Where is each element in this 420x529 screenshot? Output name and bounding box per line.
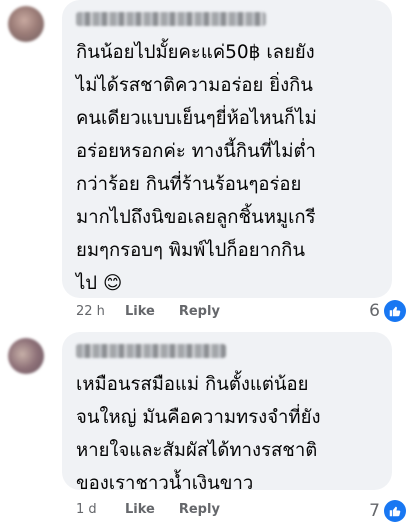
avatar[interactable] (8, 338, 44, 374)
comment-timestamp[interactable]: 22 h (76, 304, 125, 319)
commenter-name-blurred[interactable] (76, 12, 266, 26)
reply-button[interactable]: Reply (179, 304, 220, 319)
comment: กินน้อยไปมั้ยคะแค่50฿ เลยยัง ไม่ได้รสชาต… (0, 0, 420, 322)
comment-bubble: กินน้อยไปมั้ยคะแค่50฿ เลยยัง ไม่ได้รสชาต… (62, 0, 392, 298)
smile-emoji: 😊 (102, 273, 123, 294)
like-button[interactable]: Like (125, 304, 155, 319)
like-icon (384, 500, 406, 522)
comment-actions: 22 h Like Reply (76, 304, 244, 319)
reaction-summary[interactable]: 6 (369, 300, 406, 322)
commenter-name-blurred[interactable] (76, 344, 226, 358)
like-icon (384, 300, 406, 322)
like-button[interactable]: Like (125, 502, 155, 517)
comment-actions: 1 d Like Reply (76, 502, 244, 517)
comment: เหมือนรสมือแม่ กินตั้งแต่น้อย จนใหญ่ มัน… (0, 332, 420, 529)
comment-text: เหมือนรสมือแม่ กินตั้งแต่น้อย จนใหญ่ มัน… (76, 374, 321, 494)
avatar[interactable] (8, 6, 44, 42)
reaction-summary[interactable]: 7 (369, 500, 406, 522)
comment-body: กินน้อยไปมั้ยคะแค่50฿ เลยยัง ไม่ได้รสชาต… (76, 42, 317, 294)
comment-bubble: เหมือนรสมือแม่ กินตั้งแต่น้อย จนใหญ่ มัน… (62, 332, 392, 494)
reply-button[interactable]: Reply (179, 502, 220, 517)
reaction-count: 7 (369, 501, 380, 521)
comment-text: กินน้อยไปมั้ยคะแค่50฿ เลยยัง ไม่ได้รสชาต… (76, 36, 386, 300)
reaction-count: 6 (369, 301, 380, 321)
comment-timestamp[interactable]: 1 d (76, 502, 125, 517)
